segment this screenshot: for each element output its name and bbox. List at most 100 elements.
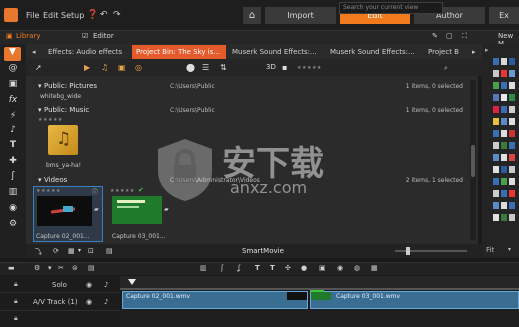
editor-label[interactable]: Editor [93, 32, 114, 40]
search-icon[interactable]: ⌕ [444, 64, 448, 73]
filter-audio-icon[interactable]: ♫ [101, 63, 108, 72]
tabs-right-arrow-icon[interactable]: ▸ [472, 48, 476, 56]
tab-muserk-1[interactable]: Muserk Sound Effects:... [228, 45, 316, 59]
add-to-project-icon[interactable]: ⤵ [35, 247, 42, 257]
zoom-slider-thumb[interactable] [406, 247, 410, 255]
home-button[interactable]: ⌂ [243, 7, 261, 24]
item-label-video1[interactable]: Capture 02_001... [36, 233, 90, 240]
timeline-fx-icon[interactable]: ʆ [238, 264, 240, 272]
fit-dropdown-icon[interactable]: ▾ [508, 246, 511, 253]
av-visibility-icon[interactable]: ◉ [86, 298, 92, 306]
solo-audio-icon[interactable]: ♪ [104, 281, 108, 289]
tag-icon[interactable]: ⬤ [186, 63, 195, 72]
solo-visibility-icon[interactable]: ◉ [86, 281, 92, 289]
sound-icon[interactable]: ʃ [0, 171, 26, 185]
info-panel-icon[interactable]: ▤ [106, 247, 113, 255]
collapse-videos-icon[interactable]: ▾ [38, 176, 42, 184]
timeline-clip-icon[interactable]: ▣ [319, 264, 326, 272]
solo-lock-icon[interactable]: 🔒︎ [14, 280, 18, 289]
collapse-pictures-icon[interactable]: ▾ [38, 82, 42, 90]
navigate-icon[interactable]: ➚ [35, 63, 42, 72]
library-label[interactable]: Library [16, 32, 40, 40]
at-icon[interactable]: @ [0, 63, 26, 77]
window-icon[interactable]: ▢ [446, 32, 453, 40]
timeline-record-icon[interactable]: ● [301, 264, 307, 272]
help-icon[interactable]: ❓ [87, 10, 98, 20]
refresh-icon[interactable]: ⟳ [53, 247, 59, 255]
settings-icon[interactable]: ⚙ [0, 219, 26, 233]
menu-edit[interactable]: Edit [43, 11, 59, 20]
timeline-disc-icon[interactable]: ◍ [354, 264, 360, 272]
pin-icon[interactable]: ✎ [432, 32, 438, 40]
timeline-clip-2[interactable]: Capture 03_001.wmv [310, 291, 519, 309]
rating-filter[interactable]: ★★★★★ [297, 65, 322, 71]
timeline-effects-icon[interactable]: ʃ [221, 264, 223, 272]
menu-setup[interactable]: Setup [61, 11, 84, 20]
track-name-av[interactable]: A/V Track (1) [33, 298, 78, 306]
tab-export[interactable]: Ex [489, 7, 519, 24]
library-scroll-thumb[interactable] [471, 145, 475, 177]
timeline-text-icon[interactable]: T [270, 264, 275, 272]
redo-icon[interactable]: ↷ [113, 10, 121, 20]
list-view-icon[interactable]: ☰ [202, 63, 209, 72]
timeline-audio-icon[interactable]: ▾ [48, 264, 52, 272]
photo-icon[interactable]: ▣ [0, 79, 26, 93]
preview-arrow-icon[interactable]: ▸ [485, 46, 489, 54]
thumbnail-size-icon[interactable]: ▦ [68, 247, 75, 255]
3d-filter-label[interactable]: 3D [266, 63, 276, 71]
video1-thumbnail[interactable] [37, 196, 92, 226]
timeline-ruler[interactable] [120, 276, 519, 288]
music-thumbnail[interactable]: ♫ [48, 125, 78, 155]
maximize-icon[interactable]: ⛶ [462, 32, 467, 41]
tab-import[interactable]: Import [265, 7, 336, 24]
menu-file[interactable]: File [26, 11, 39, 20]
library-browser-icon[interactable]: ▼ [4, 47, 21, 61]
tab-project-b[interactable]: Project B [424, 45, 470, 59]
timeline-audio-mixer-icon[interactable]: ▥ [200, 264, 207, 272]
timeline-motion-icon[interactable]: ✣ [285, 264, 291, 272]
scene-detect-icon[interactable]: ⊡ [88, 247, 94, 255]
tab-project-bin[interactable]: Project Bin: The Sky is... [132, 45, 226, 59]
menu-template-icon[interactable]: ▥ [0, 187, 26, 201]
show-all-icon[interactable]: ▪ [282, 63, 287, 72]
filter-video-icon[interactable]: ▶ [84, 63, 90, 72]
playhead[interactable] [128, 279, 136, 285]
tab-muserk-2[interactable]: Muserk Sound Effects:... [326, 45, 414, 59]
timeline-settings-icon[interactable]: ⚙ [34, 264, 40, 272]
smartmovie-label[interactable]: SmartMovie [242, 247, 284, 255]
title-icon[interactable]: T [0, 140, 26, 154]
tab-audio-effects[interactable]: Effects: Audio effects [44, 45, 130, 59]
tabs-left-arrow-icon[interactable]: ◂ [32, 48, 36, 56]
timeline-menu-icon[interactable]: ▬ [8, 264, 15, 272]
timeline-clip-1[interactable]: Capture 02_001.wmv [122, 291, 308, 309]
timeline-export-icon[interactable]: ▦ [371, 264, 378, 272]
editor-checkbox-icon[interactable]: ☑ [82, 32, 88, 40]
fit-label[interactable]: Fit [486, 246, 494, 254]
item-label-whitebg[interactable]: whitebg_wide [40, 93, 81, 100]
search-input[interactable]: Search your current view [339, 2, 443, 14]
undo-icon[interactable]: ↶ [100, 10, 108, 20]
item-label-video2[interactable]: Capture 03_001... [112, 233, 166, 240]
sort-icon[interactable]: ⇅ [220, 63, 227, 72]
filter-photo-icon[interactable]: ▣ [118, 63, 126, 72]
video2-rating[interactable]: ★★★★★ [110, 188, 135, 194]
music-item-rating[interactable]: ★★★★★ [38, 117, 63, 123]
filter-project-icon[interactable]: ◎ [135, 63, 142, 72]
track3-lock-icon[interactable]: 🔒︎ [14, 314, 18, 323]
timeline-storyboard-icon[interactable]: ▤ [88, 264, 95, 272]
video1-rating[interactable]: ★★★★★ [36, 188, 61, 194]
timeline-snap-icon[interactable]: ⊜ [72, 264, 78, 272]
collapse-music-icon[interactable]: ▾ [38, 106, 42, 114]
track-name-solo[interactable]: Solo [52, 281, 67, 289]
disc-icon[interactable]: ◉ [0, 203, 26, 217]
av-lock-icon[interactable]: 🔒︎ [14, 297, 18, 306]
info-icon[interactable]: ⓘ [92, 187, 98, 196]
item-label-music[interactable]: bms_ya-ha! [46, 162, 81, 169]
timeline-blade-icon[interactable]: ✂ [58, 264, 64, 272]
music-icon[interactable]: ♪ [0, 125, 26, 139]
thumbnail-dropdown-icon[interactable]: ▾ [78, 247, 81, 254]
av-audio-icon[interactable]: ♪ [104, 298, 108, 306]
transition-icon[interactable]: ⚡ [0, 111, 26, 125]
fx-icon[interactable]: fx [0, 95, 26, 109]
timeline-title-icon[interactable]: T [255, 264, 260, 272]
